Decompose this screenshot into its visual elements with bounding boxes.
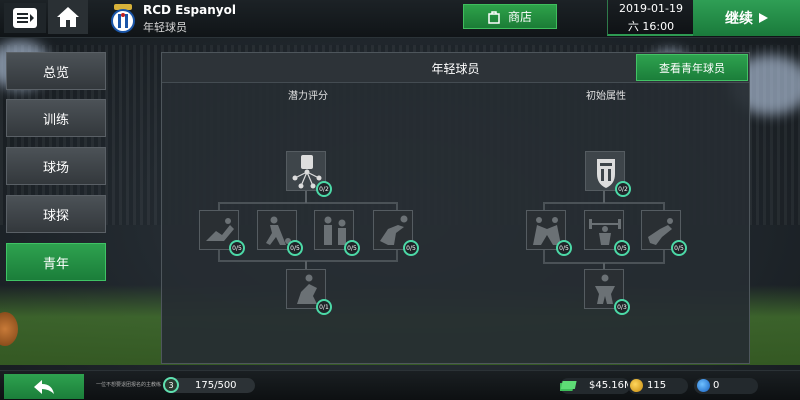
view-youth-label: 查看青年球员 <box>659 61 725 75</box>
menu-icon <box>13 8 37 28</box>
progress-badge: 0/5 <box>229 240 245 256</box>
top-bar: RCD Espanyol 年轻球员 商店 2019-01-19 六 16:00 … <box>0 0 800 38</box>
progress-badge: 0/2 <box>615 181 631 197</box>
sidebar-item-stadium[interactable]: 球场 <box>6 147 106 185</box>
initial-root-node[interactable]: 0/2 <box>585 151 631 197</box>
progress-badge: 0/3 <box>614 299 630 315</box>
coin-icon <box>630 379 643 392</box>
initial-skill-node[interactable]: 0/5 <box>641 210 687 256</box>
tree-connector <box>603 191 605 203</box>
calendar-display: 2019-01-19 六 16:00 <box>607 0 693 36</box>
progress-badge: 0/2 <box>316 181 332 197</box>
sidebar-item-overview[interactable]: 总览 <box>6 52 106 90</box>
potential-section-title: 潜力评分 <box>288 91 328 102</box>
club-crest-icon <box>111 4 135 33</box>
potential-tree-frame <box>218 202 398 262</box>
sidebar-item-youth[interactable]: 青年 <box>6 243 106 281</box>
cash-icon <box>560 381 577 391</box>
sidebar-item-label: 球场 <box>42 160 69 176</box>
gem-icon <box>697 379 710 392</box>
view-youth-players-button[interactable]: 查看青年球员 <box>636 54 748 81</box>
youth-panel: 年轻球员 查看青年球员 潜力评分 初始属性 0/2 0/5 0/5 0/5 0/… <box>161 52 750 364</box>
coins-value: 115 <box>647 380 667 391</box>
level-icon: 3 <box>163 377 179 393</box>
tip-text: 一位不想要退团报名的主教练 <box>96 382 162 388</box>
potential-skill-node[interactable]: 0/5 <box>373 210 419 256</box>
sidebar-item-training[interactable]: 训练 <box>6 99 106 137</box>
progress-badge: 0/5 <box>556 240 572 256</box>
gems-value: 0 <box>713 380 720 391</box>
potential-skill-node[interactable]: 0/5 <box>199 210 245 256</box>
tree-connector <box>305 191 307 203</box>
back-arrow-icon <box>34 379 54 394</box>
shop-label: 商店 <box>507 10 532 24</box>
arrow-right-icon <box>759 13 768 23</box>
progress-badge: 0/5 <box>344 240 360 256</box>
potential-skill-node[interactable]: 0/5 <box>257 210 303 256</box>
potential-skill-node[interactable]: 0/5 <box>314 210 360 256</box>
continue-button[interactable]: 继续 <box>693 0 800 36</box>
sidebar-item-label: 球探 <box>42 208 69 224</box>
progress-badge: 0/1 <box>316 299 332 315</box>
bottom-bar: 一位不想要退团报名的主教练 3 175/500 $45.16M 115 0 <box>0 370 800 400</box>
xp-progress-text: 175/500 <box>195 380 237 391</box>
progress-badge: 0/5 <box>287 240 303 256</box>
sidebar-item-label: 总览 <box>42 65 69 81</box>
continue-label: 继续 <box>725 11 753 27</box>
initial-skill-node[interactable]: 0/5 <box>526 210 572 256</box>
current-time: 六 16:00 <box>627 20 675 33</box>
progress-badge: 0/5 <box>671 240 687 256</box>
sidebar-item-label: 训练 <box>42 112 69 128</box>
shop-button[interactable]: 商店 <box>463 4 557 29</box>
club-name: RCD Espanyol <box>143 3 236 17</box>
menu-button[interactable] <box>4 3 46 33</box>
page-subtitle: 年轻球员 <box>143 21 187 34</box>
potential-root-node[interactable]: 0/2 <box>286 151 332 197</box>
initial-skill-node[interactable]: 0/5 <box>584 210 630 256</box>
home-button[interactable] <box>48 0 88 34</box>
progress-badge: 0/5 <box>403 240 419 256</box>
current-date: 2019-01-19 <box>619 2 683 15</box>
panel-header: 年轻球员 查看青年球员 <box>162 53 749 83</box>
sidebar-item-label: 青年 <box>42 256 69 272</box>
progress-badge: 0/5 <box>614 240 630 256</box>
sidebar-item-scouting[interactable]: 球探 <box>6 195 106 233</box>
shopping-bag-icon <box>488 10 500 24</box>
initial-attributes-section-title: 初始属性 <box>586 91 626 102</box>
back-button[interactable] <box>4 374 84 399</box>
potential-leaf-node[interactable]: 0/1 <box>286 269 332 315</box>
initial-leaf-node[interactable]: 0/3 <box>584 269 630 315</box>
home-icon <box>57 7 79 27</box>
money-value: $45.16M <box>589 380 633 391</box>
